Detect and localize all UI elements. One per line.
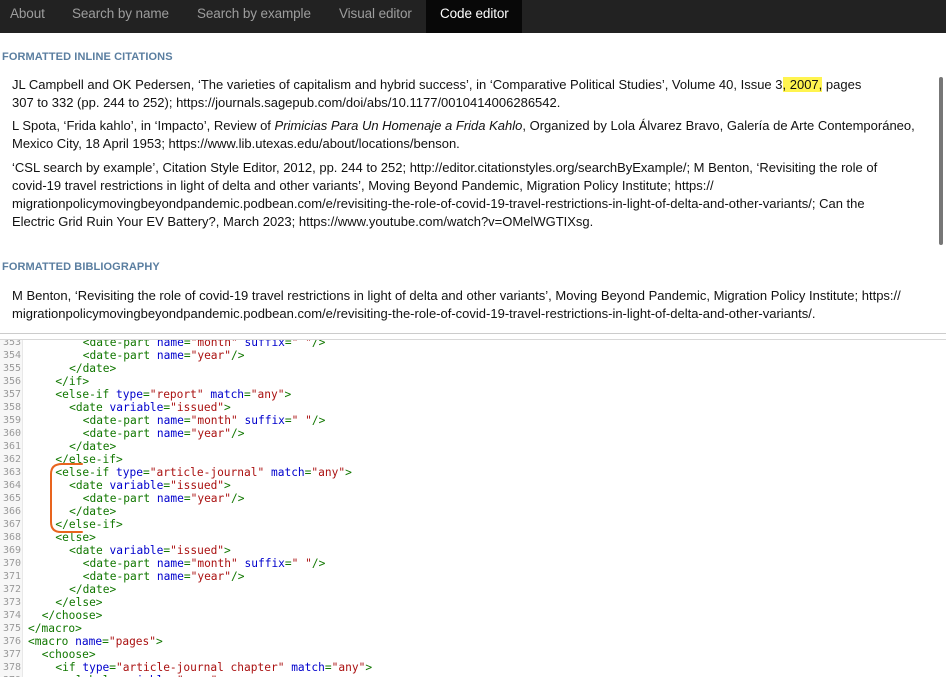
annotation-bracket [50,463,83,533]
code-token: suffix [244,414,285,427]
code-token: "article-journal" [149,466,265,479]
inline-citations-heading: FORMATTED INLINE CITATIONS [2,51,173,63]
code-token: name [156,339,184,349]
code-token: = [244,388,251,401]
tab-visual-editor[interactable]: Visual editor [329,0,422,33]
code-editor[interactable]: 353 354 355 356 357 358 359 360 361 362 363 364 365 3… [0,339,946,677]
inline-citation-2: L Spota, ‘Frida kahlo’, in ‘Impacto’, Re… [12,118,915,151]
code-token: name [156,557,184,570]
code-token: > [365,661,373,674]
preview-scrollbar[interactable] [939,77,943,245]
code-token: = [183,349,191,362]
code-token: /> [311,557,326,570]
code-token: = [284,557,292,570]
code-token: = [183,557,191,570]
code-token: = [142,466,150,479]
code-token: suffix [244,339,285,349]
code-token: = [183,427,191,440]
code-token: > [224,479,231,492]
code-token: name [156,414,184,427]
code-token: suffix [244,557,285,570]
inline-citation-1: JL Campbell and OK Pedersen, ‘The variet… [12,77,862,110]
citation-preview-pane[interactable]: FORMATTED INLINE CITATIONS JL Campbell a… [0,33,946,334]
code-token: "year" [190,492,232,505]
code-token: name [156,492,184,505]
code-token: "month" [190,339,238,349]
code-token: /> [311,339,326,349]
code-token: "issued" [170,401,225,414]
bibliography-entry: M Benton, ‘Revisiting the role of covid-… [12,288,901,321]
code-token: name [156,570,184,583]
code-token: "report" [149,388,204,401]
code-token: "month" [190,557,238,570]
code-token: "month" [190,414,238,427]
code-token: /> [231,427,245,440]
tab-code-editor[interactable]: Code editor [426,0,522,33]
code-token: "year" [190,570,232,583]
code-token: "any" [331,661,366,674]
code-token: = [183,570,191,583]
code-token: > [224,544,231,557]
code-token: " " [291,557,312,570]
code-token: /> [311,414,326,427]
code-token: name [156,349,184,362]
code-token: " " [291,414,312,427]
code-token: type [116,388,143,401]
code-token: "year" [190,349,232,362]
bibliography-heading: FORMATTED BIBLIOGRAPHY [2,261,160,273]
code-token: > [156,635,163,648]
code-token: match [291,661,325,674]
code-token: match [270,466,305,479]
code-token: > [345,466,352,479]
tab-search-by-name[interactable]: Search by name [62,0,179,33]
code-token: " " [291,339,312,349]
code-token: = [183,339,191,349]
nav-tab-bar: About Search by name Search by example V… [0,0,946,33]
code-token: = [284,414,292,427]
code-token: /> [231,570,245,583]
code-token: /> [231,349,245,362]
code-token: name [156,427,184,440]
code-token: "year" [190,427,232,440]
code-token: = [183,492,191,505]
code-token: "article-journal chapter" [116,661,285,674]
code-token: = [183,414,191,427]
code-token: > [224,401,231,414]
tab-search-by-example[interactable]: Search by example [187,0,321,33]
search-match-highlight: , 2007, [782,77,823,92]
code-token: = [324,661,332,674]
code-token: > [284,388,292,401]
code-token: "any" [311,466,346,479]
code-token: /> [231,492,245,505]
code-token: = [284,339,292,349]
code-token: "issued" [170,544,225,557]
inline-citation-3: ‘CSL search by example’, Citation Style … [12,160,878,229]
code-token: type [116,466,143,479]
code-token: "any" [250,388,285,401]
code-token: = [142,388,150,401]
code-token: "issued" [170,479,225,492]
tab-about[interactable]: About [0,0,55,33]
code-token: match [210,388,245,401]
